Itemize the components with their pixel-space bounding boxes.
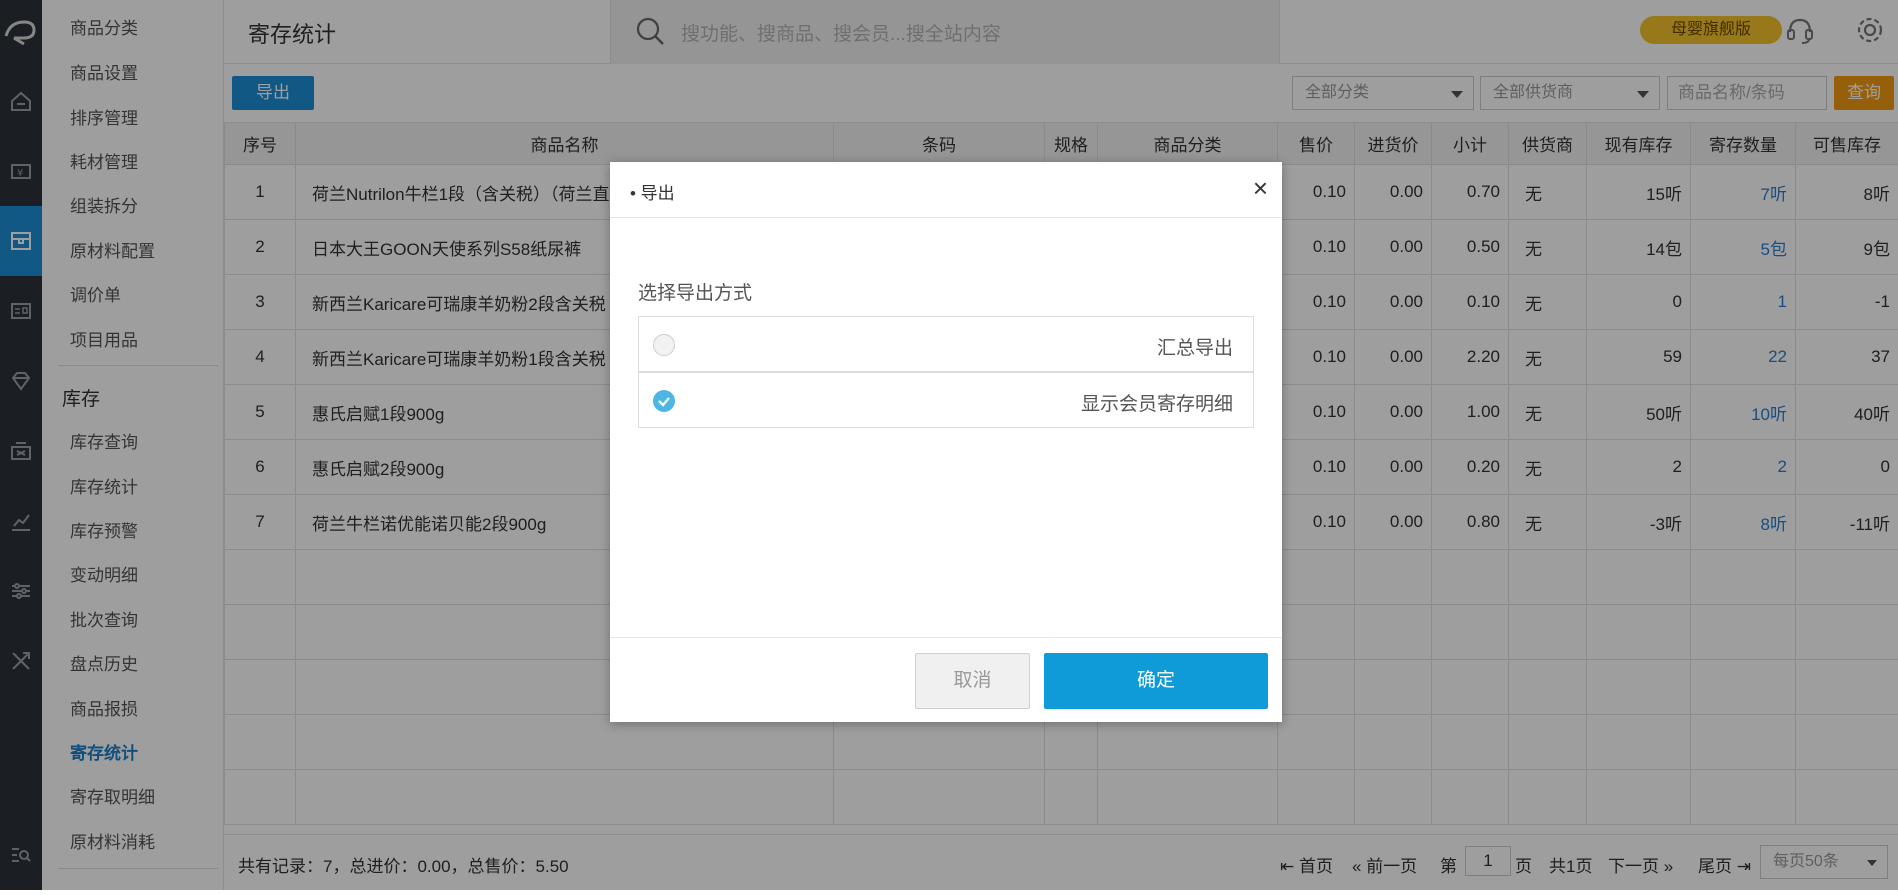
export-mode-label: 选择导出方式 — [638, 283, 753, 304]
option-label: 显示会员寄存明细 — [1080, 394, 1233, 415]
cancel-button[interactable]: 取消 — [915, 653, 1030, 709]
dialog-footer-divider — [610, 637, 1282, 638]
close-icon[interactable]: × — [1253, 174, 1268, 202]
export-dialog: • 导出 × 选择导出方式 汇总导出 显示会员寄存明细 取消 确定 — [610, 162, 1282, 722]
option-summary-export[interactable]: 汇总导出 — [638, 316, 1254, 372]
radio-unchecked-icon[interactable] — [653, 334, 675, 356]
dialog-header: • 导出 × — [610, 162, 1282, 218]
confirm-button[interactable]: 确定 — [1044, 653, 1268, 709]
dialog-title: • 导出 — [630, 184, 675, 203]
radio-checked-icon[interactable] — [653, 390, 675, 412]
option-label: 汇总导出 — [1156, 338, 1233, 359]
option-member-detail-export[interactable]: 显示会员寄存明细 — [638, 372, 1254, 428]
